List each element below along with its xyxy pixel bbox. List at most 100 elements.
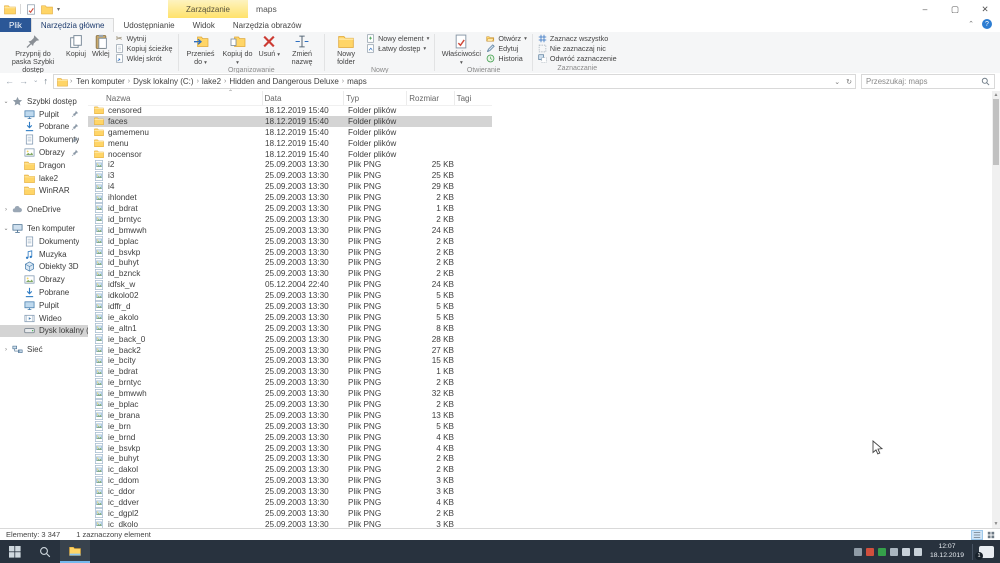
sidebar-item-pulpit[interactable]: Pulpit bbox=[0, 108, 88, 121]
file-row[interactable]: ie_bmwwh25.09.2003 13:30Plik PNG32 KB bbox=[88, 388, 492, 399]
breadcrumb-item[interactable]: Dysk lokalny (C:) bbox=[131, 77, 195, 86]
breadcrumb-item[interactable]: lake2 bbox=[200, 77, 223, 86]
file-row[interactable]: ie_back225.09.2003 13:30Plik PNG27 KB bbox=[88, 345, 492, 356]
address-dropdown-caret-icon[interactable]: ⌄ bbox=[834, 78, 840, 86]
file-row[interactable]: id_buhyt25.09.2003 13:30Plik PNG2 KB bbox=[88, 257, 492, 268]
file-row[interactable]: idfsk_w05.12.2004 22:40Plik PNG24 KB bbox=[88, 279, 492, 290]
sidebar-item-obiekty-3d[interactable]: Obiekty 3D bbox=[0, 261, 88, 274]
breadcrumb-item[interactable]: maps bbox=[345, 77, 369, 86]
sidebar-item-dragon[interactable]: Dragon bbox=[0, 159, 88, 172]
file-row[interactable]: id_bdrat25.09.2003 13:30Plik PNG1 KB bbox=[88, 203, 492, 214]
thumbnails-view-button[interactable] bbox=[985, 530, 997, 540]
file-row[interactable]: gamemenu18.12.2019 15:40Folder plików bbox=[88, 127, 492, 138]
column-header-size[interactable]: Rozmiar bbox=[407, 91, 454, 105]
recent-locations-caret-icon[interactable]: ⌄ bbox=[33, 78, 38, 85]
copy-path-button[interactable]: Kopiuj ścieżkę bbox=[113, 44, 175, 53]
breadcrumb-item[interactable]: Ten komputer bbox=[74, 77, 126, 86]
select-none-button[interactable]: Nie zaznaczaj nic bbox=[536, 44, 619, 53]
sidebar-item-onedrive[interactable]: ›OneDrive bbox=[0, 203, 88, 216]
file-row[interactable]: ic_dkolo25.09.2003 13:30Plik PNG3 KB bbox=[88, 519, 492, 528]
history-button[interactable]: Historia bbox=[484, 54, 529, 63]
tab-share[interactable]: Udostępnianie bbox=[114, 18, 183, 32]
rename-button[interactable]: Zmień nazwę bbox=[283, 33, 321, 66]
file-row[interactable]: ic_dakol25.09.2003 13:30Plik PNG2 KB bbox=[88, 464, 492, 475]
select-all-button[interactable]: Zaznacz wszystko bbox=[536, 34, 619, 43]
tab-file[interactable]: Plik bbox=[0, 18, 31, 32]
edit-button[interactable]: Edytuj bbox=[484, 44, 529, 53]
sidebar-item-pobrane[interactable]: Pobrane bbox=[0, 121, 88, 134]
sidebar-item-pulpit[interactable]: Pulpit bbox=[0, 299, 88, 312]
expander-icon[interactable]: › bbox=[0, 347, 12, 353]
file-row[interactable]: ic_ddver25.09.2003 13:30Plik PNG4 KB bbox=[88, 497, 492, 508]
tray-alert-icon[interactable] bbox=[866, 548, 874, 556]
copy-to-button[interactable]: Kopiuj do ▾ bbox=[220, 33, 256, 66]
tray-shield-icon[interactable] bbox=[878, 548, 886, 556]
scroll-up-icon[interactable]: ▲ bbox=[992, 92, 1000, 98]
file-row[interactable]: ie_altn125.09.2003 13:30Plik PNG8 KB bbox=[88, 323, 492, 334]
properties-button[interactable]: Właściwości ▾ bbox=[438, 33, 484, 66]
file-row[interactable]: ie_brana25.09.2003 13:30Plik PNG13 KB bbox=[88, 410, 492, 421]
file-row[interactable]: idkolo0225.09.2003 13:30Plik PNG5 KB bbox=[88, 290, 492, 301]
file-row[interactable]: ie_bsvkp25.09.2003 13:30Plik PNG4 KB bbox=[88, 443, 492, 454]
sidebar-item-wideo[interactable]: Wideo bbox=[0, 312, 88, 325]
file-row[interactable]: ie_bdrat25.09.2003 13:30Plik PNG1 KB bbox=[88, 366, 492, 377]
forward-icon[interactable]: → bbox=[19, 77, 28, 86]
tray-app-icon[interactable] bbox=[854, 548, 862, 556]
file-row[interactable]: faces18.12.2019 15:40Folder plików bbox=[88, 116, 492, 127]
sidebar-item-sieć[interactable]: ›Sieć bbox=[0, 343, 88, 356]
file-row[interactable]: ie_brntyc25.09.2003 13:30Plik PNG2 KB bbox=[88, 377, 492, 388]
open-button[interactable]: Otwórz ▾ bbox=[484, 34, 529, 43]
tab-home[interactable]: Narzędzia główne bbox=[31, 18, 115, 32]
column-header-type[interactable]: Typ bbox=[344, 91, 407, 105]
search-input[interactable]: Przeszukaj: maps bbox=[861, 74, 995, 89]
file-row[interactable]: ic_ddor25.09.2003 13:30Plik PNG3 KB bbox=[88, 486, 492, 497]
file-row[interactable]: idffr_d25.09.2003 13:30Plik PNG5 KB bbox=[88, 301, 492, 312]
new-item-button[interactable]: Nowy element ▾ bbox=[364, 34, 431, 43]
sidebar-item-muzyka[interactable]: Muzyka bbox=[0, 248, 88, 261]
file-row[interactable]: id_bplac25.09.2003 13:30Plik PNG2 KB bbox=[88, 236, 492, 247]
file-row[interactable]: i325.09.2003 13:30Plik PNG25 KB bbox=[88, 170, 492, 181]
column-header-date[interactable]: Data bbox=[263, 91, 345, 105]
file-row[interactable]: menu18.12.2019 15:40Folder plików bbox=[88, 138, 492, 149]
file-row[interactable]: id_bmwwh25.09.2003 13:30Plik PNG24 KB bbox=[88, 225, 492, 236]
qat-properties-icon[interactable] bbox=[25, 4, 37, 15]
invert-selection-button[interactable]: Odwróć zaznaczenie bbox=[536, 54, 619, 63]
pin-to-quick-access-button[interactable]: Przypnij do paska Szybki dostęp bbox=[3, 33, 63, 74]
file-row[interactable]: ie_brn25.09.2003 13:30Plik PNG5 KB bbox=[88, 421, 492, 432]
file-row[interactable]: i425.09.2003 13:30Plik PNG29 KB bbox=[88, 181, 492, 192]
paste-shortcut-button[interactable]: Wklej skrót bbox=[113, 54, 175, 63]
close-button[interactable]: ✕ bbox=[970, 0, 1000, 18]
sidebar-item-obrazy[interactable]: Obrazy bbox=[0, 146, 88, 159]
back-icon[interactable]: ← bbox=[5, 77, 14, 86]
sidebar-item-lake2[interactable]: lake2 bbox=[0, 172, 88, 185]
column-header-name[interactable]: Nazwa⌃ bbox=[88, 91, 263, 105]
collapse-ribbon-icon[interactable]: ⌃ bbox=[968, 20, 974, 28]
file-row[interactable]: nocensor18.12.2019 15:40Folder plików bbox=[88, 149, 492, 160]
breadcrumb-item[interactable]: Hidden and Dangerous Deluxe bbox=[227, 77, 340, 86]
column-header-tags[interactable]: Tagi bbox=[455, 91, 492, 105]
sidebar-item-dysk-lokalny-c-[interactable]: Dysk lokalny (C:) bbox=[0, 325, 88, 338]
taskbar-explorer-button[interactable] bbox=[60, 540, 90, 563]
tab-picture-tools[interactable]: Narzędzia obrazów bbox=[224, 18, 310, 32]
easy-access-button[interactable]: Łatwy dostęp ▾ bbox=[364, 44, 431, 53]
expander-icon[interactable]: › bbox=[0, 207, 12, 213]
sidebar-item-dokumenty[interactable]: Dokumenty bbox=[0, 133, 88, 146]
move-to-button[interactable]: Przenieś do ▾ bbox=[182, 33, 220, 66]
file-row[interactable]: ie_brnd25.09.2003 13:30Plik PNG4 KB bbox=[88, 432, 492, 443]
file-row[interactable]: ihlondet25.09.2003 13:30Plik PNG2 KB bbox=[88, 192, 492, 203]
new-folder-button[interactable]: Nowy folder bbox=[328, 33, 364, 66]
file-row[interactable]: ie_back_025.09.2003 13:30Plik PNG28 KB bbox=[88, 334, 492, 345]
sidebar-item-szybki-dostęp[interactable]: ⌄Szybki dostęp bbox=[0, 95, 88, 108]
file-row[interactable]: ie_bcity25.09.2003 13:30Plik PNG15 KB bbox=[88, 355, 492, 366]
refresh-icon[interactable]: ↻ bbox=[846, 78, 852, 86]
tab-view[interactable]: Widok bbox=[184, 18, 224, 32]
up-icon[interactable]: ↑ bbox=[43, 77, 48, 86]
taskbar-search-button[interactable] bbox=[30, 540, 60, 563]
file-row[interactable]: i225.09.2003 13:30Plik PNG25 KB bbox=[88, 159, 492, 170]
copy-button[interactable]: Kopiuj bbox=[63, 33, 89, 58]
delete-button[interactable]: Usuń ▾ bbox=[256, 33, 284, 58]
file-row[interactable]: ie_buhyt25.09.2003 13:30Plik PNG2 KB bbox=[88, 454, 492, 465]
scrollbar-thumb[interactable] bbox=[993, 99, 999, 165]
paste-button[interactable]: Wklej bbox=[89, 33, 113, 58]
tray-volume-icon[interactable] bbox=[914, 548, 922, 556]
